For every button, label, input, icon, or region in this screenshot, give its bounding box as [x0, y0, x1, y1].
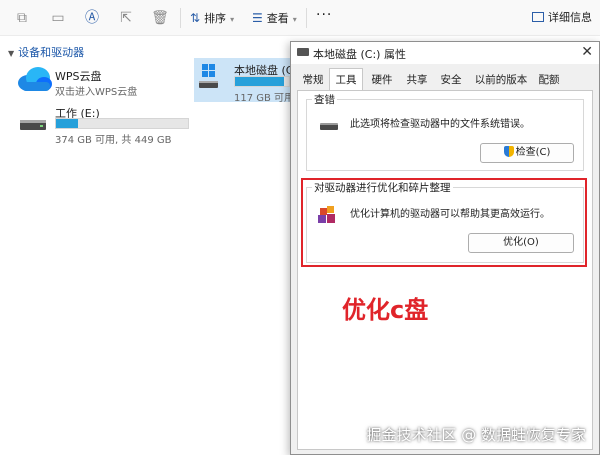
highlight-box — [301, 178, 587, 267]
drive-item-wps[interactable]: WPS云盘 双击进入WPS云盘 — [14, 62, 184, 98]
sort-icon: ⇅ — [190, 11, 201, 25]
drive-usage-fill — [235, 77, 284, 86]
cloud-icon — [18, 67, 52, 91]
chevron-down-icon: ▼ — [8, 49, 15, 58]
details-label: 详细信息 — [548, 11, 592, 24]
toolbar-divider — [180, 8, 181, 28]
tools-tab-panel: 查错 此选项将检查驱动器中的文件系统错误。 检查(C) 对驱动器进行优化和碎片整… — [297, 90, 593, 450]
view-label: 查看 — [266, 12, 289, 25]
dialog-titlebar[interactable]: 本地磁盘 (C:) 属性 ✕ — [291, 42, 599, 64]
section-label: 设备和驱动器 — [18, 46, 85, 59]
chevron-down-icon: ▾ — [230, 15, 235, 24]
delete-icon[interactable]: 🗑 — [150, 8, 170, 28]
drive-subtitle: 双击进入WPS云盘 — [55, 87, 138, 98]
drive-item-c[interactable]: 本地磁盘 (C:) 117 GB 可用, — [194, 58, 301, 104]
tab-quota[interactable]: 配额 — [535, 70, 563, 90]
drive-usage-bar — [55, 118, 189, 129]
details-icon — [532, 12, 544, 22]
tab-sharing[interactable]: 共享 — [403, 70, 431, 90]
view-icon: ☰ — [252, 11, 263, 25]
details-pane-button[interactable]: 详细信息 — [532, 8, 592, 28]
sort-button[interactable]: ⇅ 排序 ▾ — [190, 8, 234, 28]
rename-icon[interactable]: Ⓐ — [82, 8, 102, 28]
drive-item-e[interactable]: 工作 (E:) 374 GB 可用, 共 449 GB — [14, 104, 194, 146]
windows-drive-icon — [199, 64, 218, 88]
drive-icon — [320, 123, 338, 130]
error-checking-label: 查错 — [312, 92, 337, 107]
paste-icon[interactable]: ▭ — [48, 8, 68, 28]
sort-label: 排序 — [204, 12, 227, 25]
uac-shield-icon — [503, 146, 514, 157]
more-options-button[interactable]: ··· — [316, 7, 332, 23]
close-button[interactable]: ✕ — [581, 44, 593, 60]
toolbar-divider — [306, 8, 307, 28]
drive-usage-fill — [56, 119, 79, 128]
tab-tools[interactable]: 工具 — [329, 68, 363, 90]
drive-subtitle: 374 GB 可用, 共 449 GB — [55, 135, 172, 146]
tab-security[interactable]: 安全 — [437, 70, 465, 90]
share-icon[interactable]: ⇱ — [116, 8, 136, 28]
devices-section-header[interactable]: ▼ 设备和驱动器 — [8, 44, 84, 60]
tab-hardware[interactable]: 硬件 — [367, 70, 397, 90]
copy-icon[interactable]: ⧉ — [12, 8, 32, 28]
drive-icon — [297, 48, 309, 56]
watermark: 掘金技术社区 @ 数据蛙恢复专家 — [366, 426, 586, 444]
tab-general[interactable]: 常规 — [299, 70, 327, 90]
tab-previous-versions[interactable]: 以前的版本 — [471, 70, 531, 90]
annotation-text: 优化c盘 — [342, 296, 429, 324]
error-checking-description: 此选项将检查驱动器中的文件系统错误。 — [350, 119, 530, 130]
dialog-title: 本地磁盘 (C:) 属性 — [313, 48, 406, 61]
drive-icon — [20, 120, 46, 130]
explorer-toolbar: ⧉ ▭ Ⓐ ⇱ 🗑 ⇅ 排序 ▾ ☰ 查看 ▾ ··· 详细信息 — [0, 0, 600, 36]
check-button-label: 检查(C) — [515, 147, 551, 158]
check-button[interactable]: 检查(C) — [480, 143, 574, 163]
view-button[interactable]: ☰ 查看 ▾ — [252, 8, 297, 28]
drive-name: WPS云盘 — [55, 70, 102, 83]
drive-usage-bar — [234, 76, 290, 87]
drive-subtitle: 117 GB 可用, — [234, 93, 298, 104]
chevron-down-icon: ▾ — [292, 15, 297, 24]
